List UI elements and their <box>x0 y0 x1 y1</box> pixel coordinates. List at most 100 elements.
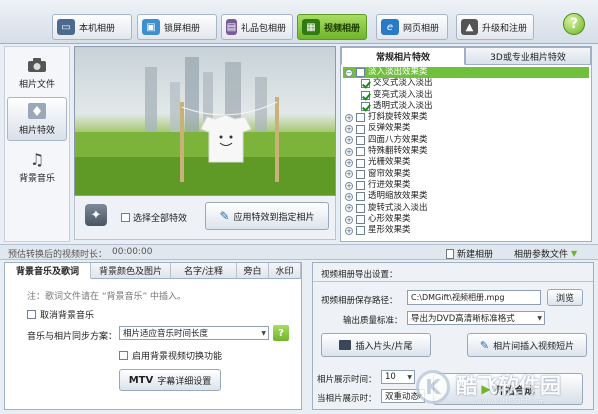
mtv-label: MTV <box>128 374 154 386</box>
tab-bg-color-image[interactable]: 背景颜色及图片 <box>91 263 171 279</box>
film-icon: ▦ <box>302 19 320 35</box>
tab-narration[interactable]: 旁白 <box>237 263 269 279</box>
effect-group[interactable]: + 星形效果类 <box>343 225 589 236</box>
effect-item[interactable]: 交叉式淡入淡出 <box>343 78 589 89</box>
effect-group[interactable]: + 透明缩放效果类 <box>343 191 589 202</box>
effect-checkbox[interactable] <box>356 226 365 236</box>
upgrade-icon: ▲ <box>461 19 478 35</box>
effect-checkbox[interactable] <box>356 158 365 168</box>
effect-checkbox[interactable] <box>356 135 365 145</box>
effects-icon <box>26 102 48 120</box>
watermark-url: www.KUYISOFT.com <box>476 398 546 406</box>
effect-group[interactable]: + 光栅效果类 <box>343 157 589 168</box>
gift-icon: ▤ <box>226 19 237 35</box>
watermark-text: 酷飞软件园 <box>456 374 561 398</box>
effect-group[interactable]: − 淡入淡出效果类 <box>343 67 589 79</box>
expand-icon[interactable]: + <box>345 181 353 190</box>
effect-label: 星形效果类 <box>368 225 411 236</box>
checkbox-box[interactable] <box>119 351 128 360</box>
dropdown-arrow-icon: ▼ <box>571 249 578 258</box>
preview-image <box>75 57 335 195</box>
effect-group[interactable]: + 四面八方效果类 <box>343 135 589 146</box>
effect-label: 透明缩放效果类 <box>368 191 428 202</box>
expand-icon[interactable]: + <box>345 136 353 145</box>
lyrics-note: 注：歌词文件请在 “背景音乐” 中插入。 <box>27 292 187 302</box>
new-album-button[interactable]: 新建相册 <box>446 247 493 260</box>
ie-icon: e <box>381 19 399 35</box>
effect-group[interactable]: + 窗帘效果类 <box>343 169 589 180</box>
tab-video-album[interactable]: ▦ 视频相册 <box>297 14 367 40</box>
tab-label: 视频相册 <box>323 23 360 34</box>
cancel-music-checkbox[interactable]: 取消背景音乐 <box>27 308 94 321</box>
tab-3d-effects[interactable]: 3D或专业相片特效 <box>465 47 591 65</box>
effect-checkbox[interactable] <box>361 90 370 100</box>
expand-icon[interactable]: + <box>345 170 353 179</box>
expand-icon[interactable]: + <box>345 159 353 168</box>
tab-lockscreen-album[interactable]: ▣ 锁屏相册 <box>137 14 217 40</box>
expand-icon[interactable]: + <box>345 215 353 224</box>
expand-icon[interactable]: + <box>345 113 353 122</box>
select-all-effects-checkbox[interactable]: 选择全部特效 <box>121 211 187 224</box>
effect-checkbox[interactable] <box>356 113 365 123</box>
effect-group[interactable]: + 心形效果类 <box>343 214 589 225</box>
effect-checkbox[interactable] <box>356 215 365 224</box>
export-title: 视频相册导出设置： <box>321 270 398 280</box>
effect-group[interactable]: + 打斜旋转效果类 <box>343 112 589 123</box>
sidebar-item-background-music[interactable]: ♫ 背景音乐 <box>7 145 67 189</box>
effect-checkbox[interactable] <box>356 169 365 179</box>
select-all-effects-label: 选择全部特效 <box>133 214 188 224</box>
save-path-input[interactable]: C:\DMGift\视频相册.mpg <box>407 290 541 305</box>
quality-select[interactable]: 导出为DVD高清晰标准格式 <box>407 311 545 325</box>
effect-group[interactable]: + 行进效果类 <box>343 180 589 191</box>
effect-group[interactable]: + 旋转式淡入淡出 <box>343 203 589 214</box>
sidebar-item-photo-files[interactable]: 相片文件 <box>7 51 67 95</box>
bg-video-checkbox[interactable]: 启用背景视频切换功能 <box>119 349 222 362</box>
tab-web-album[interactable]: e 网页相册 <box>376 14 448 40</box>
insert-video-button[interactable]: ✎ 相片间插入视频短片 <box>467 333 587 357</box>
expand-icon[interactable]: + <box>345 204 353 213</box>
effect-checkbox[interactable] <box>361 102 370 112</box>
effect-checkbox[interactable] <box>361 79 370 89</box>
effect-label: 变亮式淡入淡出 <box>373 89 433 100</box>
tab-watermark[interactable]: 水印 <box>269 263 301 279</box>
tab-regular-effects[interactable]: 常规相片特效 <box>341 47 465 65</box>
effect-item[interactable]: 透明式淡入淡出 <box>343 101 589 112</box>
effect-group[interactable]: + 反弹效果类 <box>343 123 589 134</box>
effect-checkbox[interactable] <box>356 124 365 134</box>
effect-checkbox[interactable] <box>356 203 365 213</box>
apply-effects-button[interactable]: ✎ 应用特效到指定相片 <box>205 202 329 230</box>
tab-music-lyrics[interactable]: 背景音乐及歌词 <box>5 263 91 279</box>
tab-name-comment[interactable]: 名字/注释 <box>171 263 237 279</box>
sidebar-item-photo-effects[interactable]: 相片特效 <box>7 97 67 141</box>
expand-icon[interactable]: + <box>345 192 353 201</box>
tab-local-album[interactable]: ▭ 本机相册 <box>52 14 132 40</box>
expand-icon[interactable]: + <box>345 147 353 156</box>
effect-checkbox[interactable] <box>356 181 365 191</box>
effect-item[interactable]: 变亮式淡入淡出 <box>343 90 589 101</box>
show-time-select[interactable]: 10 <box>381 370 415 384</box>
help-button[interactable]: ? <box>563 13 585 35</box>
checkbox-box[interactable] <box>27 310 36 319</box>
tab-gift-album[interactable]: ▤ 礼品包相册 <box>221 14 293 40</box>
effect-checkbox[interactable] <box>356 147 365 157</box>
effect-group[interactable]: + 特殊翻转效果类 <box>343 146 589 157</box>
effect-checkbox[interactable] <box>356 192 365 202</box>
checkbox-box[interactable] <box>121 213 130 222</box>
music-settings-panel: 背景音乐及歌词 背景颜色及图片 名字/注释 旁白 水印 注：歌词文件请在 “背景… <box>4 262 302 410</box>
effect-label: 打斜旋转效果类 <box>368 112 428 123</box>
param-file-menu[interactable]: 相册参数文件 ▼ <box>514 247 577 260</box>
subtitle-settings-label: 字幕详细设置 <box>157 376 212 387</box>
insert-head-tail-button[interactable]: 插入片头/片尾 <box>321 333 431 357</box>
collapse-icon[interactable]: − <box>345 68 353 77</box>
sync-help-button[interactable]: ? <box>273 325 289 341</box>
status-strip: 预估转换后的视频时长： 00:00:00 新建相册 相册参数文件 ▼ <box>0 244 598 260</box>
tab-upgrade-register[interactable]: ▲ 升级和注册 <box>456 14 534 40</box>
sync-select[interactable]: 相片适应音乐时间长度 <box>119 326 269 340</box>
sidebar: 相片文件 相片特效 ♫ 背景音乐 <box>4 46 70 242</box>
expand-icon[interactable]: + <box>345 226 353 235</box>
subtitle-settings-button[interactable]: MTV 字幕详细设置 <box>119 369 221 391</box>
lock-screen-icon: ▣ <box>142 19 160 35</box>
effect-checkbox[interactable] <box>356 68 365 78</box>
expand-icon[interactable]: + <box>345 125 353 134</box>
browse-button[interactable]: 浏览 <box>547 289 583 306</box>
